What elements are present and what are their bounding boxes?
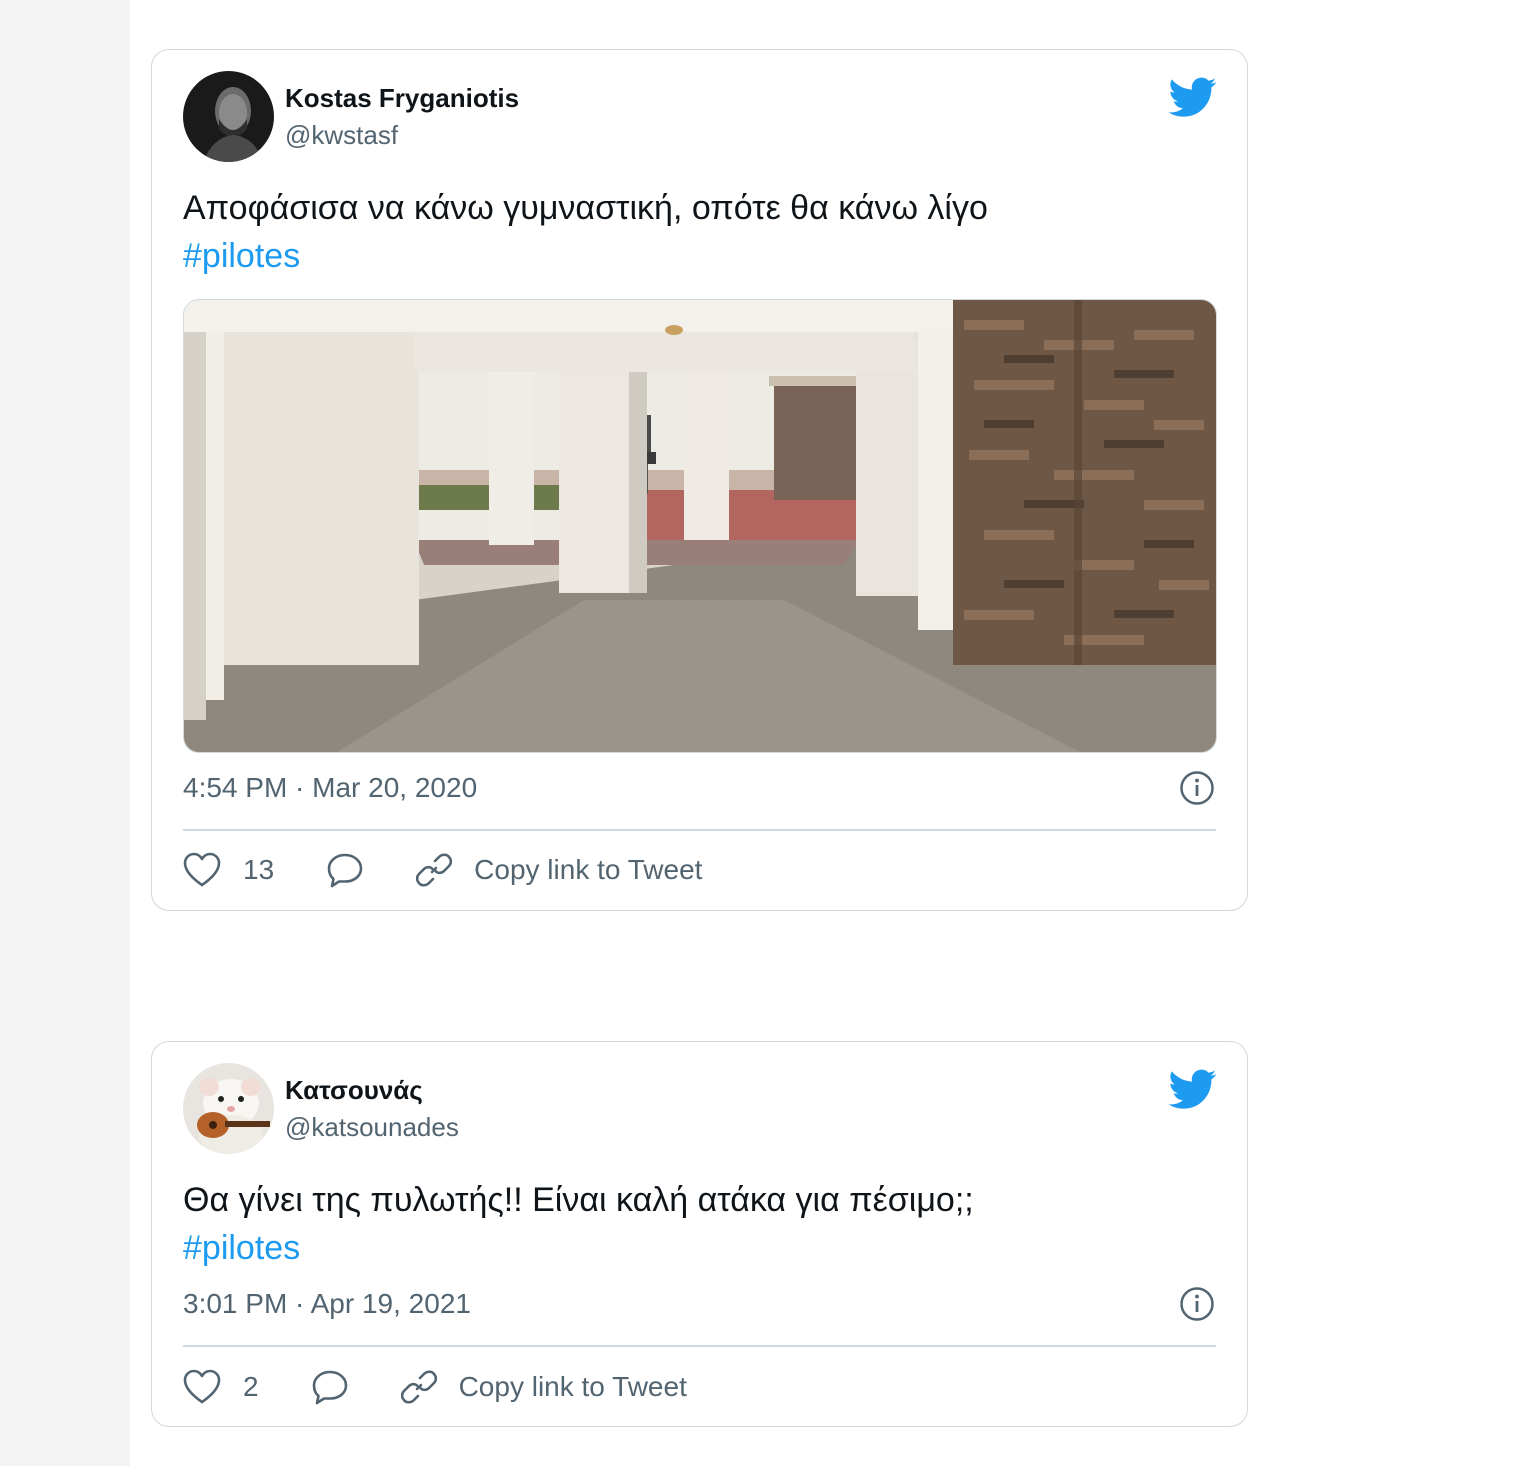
avatar[interactable] (183, 71, 274, 162)
display-name[interactable]: Kostas Fryganiotis (285, 83, 519, 114)
like-button[interactable]: 2 (183, 1369, 259, 1405)
tweet-embed[interactable]: Κατσουνάς @katsounades Θα γίνει της πυλω… (151, 1041, 1248, 1427)
like-count: 2 (243, 1371, 259, 1402)
hashtag-link[interactable]: #pilotes (183, 232, 300, 280)
hashtag-link[interactable]: #pilotes (183, 1224, 300, 1272)
copy-link-button[interactable]: Copy link to Tweet (400, 1369, 687, 1405)
left-gutter (0, 0, 130, 1466)
tweet-actions: 2 Copy link to Tweet (183, 1365, 687, 1409)
tweet-text: Αποφάσισα να κάνω γυμναστική, οπότε θα κ… (183, 189, 988, 227)
reply-icon (327, 853, 363, 888)
like-button[interactable]: 13 (183, 852, 274, 888)
heart-icon (183, 852, 221, 887)
divider (183, 829, 1216, 831)
copy-link-button[interactable]: Copy link to Tweet (416, 852, 702, 888)
copy-link-label: Copy link to Tweet (474, 854, 703, 885)
twitter-bird-icon[interactable] (1169, 73, 1217, 121)
reply-icon (312, 1370, 347, 1405)
reply-button[interactable] (326, 852, 364, 888)
like-count: 13 (243, 854, 275, 885)
info-icon[interactable] (1179, 770, 1215, 806)
link-icon (416, 853, 453, 887)
user-handle[interactable]: @katsounades (285, 1112, 459, 1143)
reply-button[interactable] (311, 1369, 349, 1405)
twitter-bird-icon[interactable] (1169, 1065, 1217, 1113)
tweet-embed[interactable]: Kostas Fryganiotis @kwstasf Αποφάσισα να… (151, 49, 1248, 911)
tweet-photo[interactable] (183, 299, 1217, 753)
user-handle[interactable]: @kwstasf (285, 120, 398, 151)
tweet-actions: 13 Copy link to Tweet (183, 848, 702, 892)
heart-icon (183, 1369, 221, 1404)
avatar[interactable] (183, 1063, 274, 1154)
link-icon (400, 1370, 437, 1404)
divider (183, 1345, 1216, 1347)
tweet-timestamp[interactable]: 3:01 PM · Apr 19, 2021 (183, 1288, 471, 1320)
tweet-timestamp[interactable]: 4:54 PM · Mar 20, 2020 (183, 772, 477, 804)
copy-link-label: Copy link to Tweet (458, 1371, 687, 1402)
info-icon[interactable] (1179, 1286, 1215, 1322)
tweet-text: Θα γίνει της πυλωτής!! Είναι καλή ατάκα … (183, 1181, 974, 1219)
display-name[interactable]: Κατσουνάς (285, 1075, 423, 1106)
